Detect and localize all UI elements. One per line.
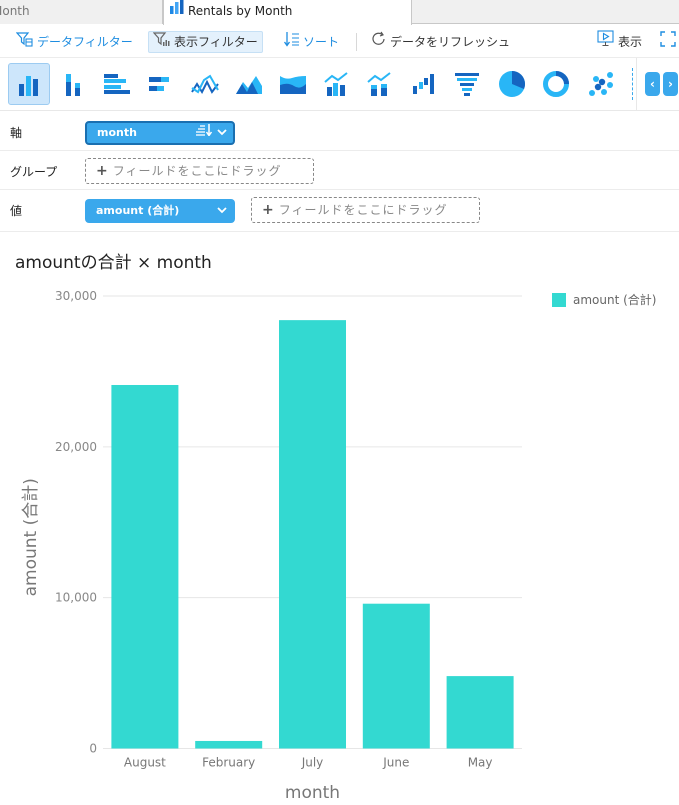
axis-shelf: 軸 month [0, 112, 679, 151]
fullscreen-icon [660, 30, 676, 54]
y-tick-label: 10,000 [55, 591, 97, 605]
bar-chart: 0 10,000 20,000 30,000 August February July Jun… [21, 289, 522, 803]
group-shelf-label: グループ [10, 165, 58, 179]
refresh-icon [371, 31, 387, 54]
tab-bar: Month Rentals by Month [0, 0, 679, 25]
value-field-name: amount (合計) [96, 204, 180, 217]
value-shelf-label: 値 [10, 204, 23, 218]
clustered-bar-chart-icon[interactable] [95, 63, 137, 105]
legend-label: amount (合計) [573, 293, 657, 307]
sort-descending-icon[interactable] [196, 123, 214, 143]
bar-chart-icon [170, 0, 184, 21]
strip-separator [632, 68, 633, 100]
axis-field-name: month [97, 126, 137, 139]
chart-type-strip: ‹ › [0, 58, 679, 111]
axis-shelf-label: 軸 [10, 126, 23, 140]
donut-chart-icon[interactable] [535, 63, 577, 105]
bar-august[interactable] [111, 384, 179, 749]
tab-rentals-by-month[interactable]: Rentals by Month [163, 0, 412, 25]
legend-swatch [552, 292, 566, 307]
pie-chart-icon[interactable] [491, 63, 533, 105]
display-button[interactable]: 表示 [593, 30, 646, 54]
area-chart-icon[interactable] [228, 63, 270, 105]
axis-field-pill[interactable]: month [85, 121, 235, 145]
stacked-column-line-combo-icon[interactable] [358, 63, 400, 105]
x-tick-label: June [382, 756, 409, 770]
strip-divider [636, 58, 637, 111]
fullscreen-button[interactable] [656, 30, 679, 54]
x-tick-label: July [301, 756, 324, 770]
toolbar-divider [356, 33, 357, 51]
bar-may[interactable] [446, 676, 514, 749]
plus-icon: + [262, 202, 275, 218]
bar-february[interactable] [195, 740, 263, 749]
sort-icon [283, 31, 300, 54]
plus-icon: + [96, 163, 109, 179]
x-tick-label: May [468, 756, 493, 770]
filter-icon [15, 31, 34, 54]
value-field-pill[interactable]: amount (合計) [85, 199, 235, 223]
x-tick-label: February [202, 756, 255, 770]
bar-june[interactable] [362, 603, 430, 749]
value-dropzone[interactable]: + フィールドをここにドラッグ [251, 197, 480, 223]
tab-label: Rentals by Month [188, 4, 293, 18]
waterfall-chart-icon[interactable] [402, 63, 444, 105]
scatter-chart-icon[interactable] [580, 63, 622, 105]
y-axis-title: amount (合計) [21, 478, 41, 596]
chevron-down-icon[interactable] [217, 123, 227, 143]
y-tick-label: 0 [89, 742, 97, 756]
app-root: Month Rentals by Month データフィルター 表示フィルタ [0, 0, 679, 805]
tab-label: Month [0, 4, 30, 18]
stacked-area-chart-icon[interactable] [272, 63, 314, 105]
chevron-right-icon[interactable]: › [663, 72, 678, 96]
presentation-icon [597, 30, 615, 54]
clustered-column-chart-icon[interactable] [8, 63, 50, 105]
group-shelf: グループ + フィールドをここにドラッグ [0, 151, 679, 190]
chevron-left-icon[interactable]: ‹ [645, 72, 660, 96]
funnel-chart-icon[interactable] [446, 63, 488, 105]
toolbar: データフィルター 表示フィルター ソート データをリフレッシュ 表示 [0, 25, 679, 58]
filter-chart-icon [152, 31, 171, 54]
x-axis-title: month [285, 783, 340, 803]
data-filter-button[interactable]: データフィルター [12, 31, 137, 53]
y-tick-label: 30,000 [55, 289, 97, 303]
x-tick-label: August [124, 756, 166, 770]
group-dropzone[interactable]: + フィールドをここにドラッグ [85, 158, 314, 184]
stacked-bar-chart-icon[interactable] [138, 63, 180, 105]
column-line-combo-icon[interactable] [315, 63, 357, 105]
sort-button[interactable]: ソート [280, 31, 343, 53]
view-filter-button[interactable]: 表示フィルター [148, 31, 263, 53]
chart-legend[interactable]: amount (合計) [552, 291, 656, 308]
bar-july[interactable] [279, 320, 346, 749]
chevron-down-icon[interactable] [217, 199, 227, 223]
y-tick-label: 20,000 [55, 440, 97, 454]
stacked-column-chart-icon[interactable] [52, 63, 94, 105]
line-chart-icon[interactable] [184, 63, 226, 105]
refresh-data-button[interactable]: データをリフレッシュ [367, 31, 514, 53]
value-shelf: 値 amount (合計) + フィールドをここにドラッグ [0, 190, 679, 232]
tab-month[interactable]: Month [0, 0, 163, 24]
